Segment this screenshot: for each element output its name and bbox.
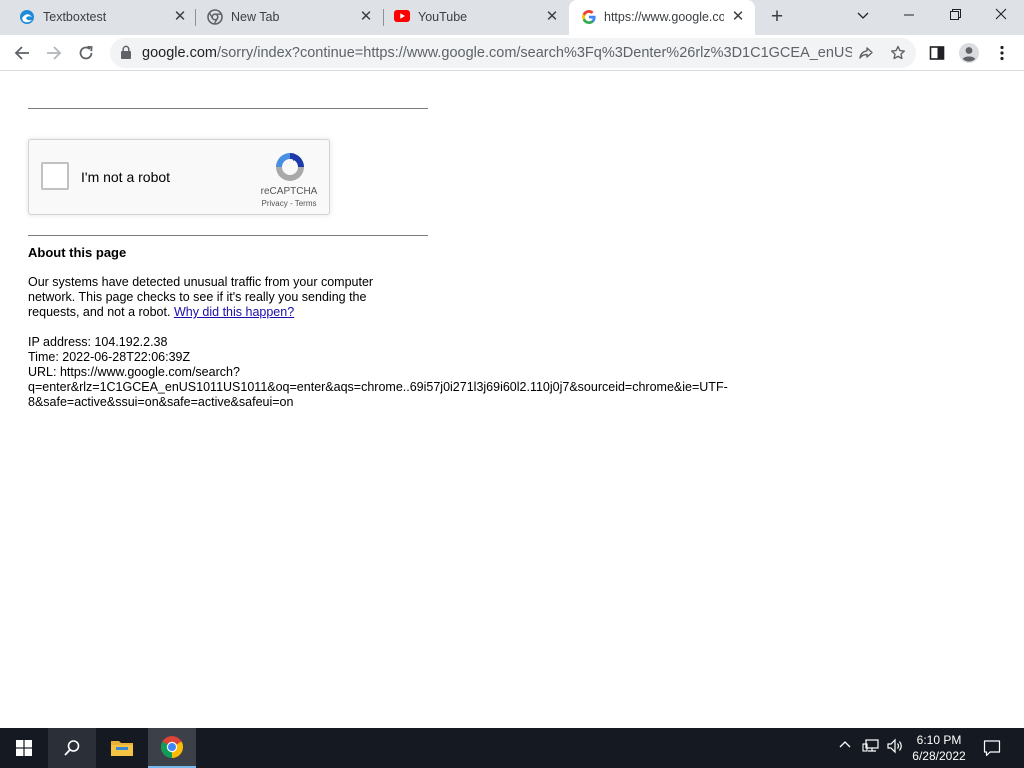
links-separator: - xyxy=(287,199,295,208)
tab-strip: Textboxtest ✕ New Tab ✕ YouTube ✕ https:… xyxy=(0,0,1024,35)
forward-arrow-icon[interactable] xyxy=(41,40,67,66)
recaptcha-widget: I'm not a robot reCAPTCHA Privacy - Term… xyxy=(28,139,330,215)
browser-toolbar: google.com/sorry/index?continue=https://… xyxy=(0,35,1024,71)
file-explorer-icon[interactable] xyxy=(98,728,146,768)
menu-kebab-icon[interactable] xyxy=(989,40,1015,66)
minimize-icon[interactable] xyxy=(894,4,924,26)
tab-search-chevron-icon[interactable] xyxy=(848,4,878,26)
tab-new-tab[interactable]: New Tab ✕ xyxy=(195,0,383,35)
divider xyxy=(28,108,428,109)
about-heading: About this page xyxy=(28,245,127,260)
windows-start-icon[interactable] xyxy=(0,728,48,768)
tab-title: New Tab xyxy=(231,10,280,24)
search-icon[interactable] xyxy=(48,728,96,768)
profile-avatar-icon[interactable] xyxy=(956,40,982,66)
tab-google-sorry[interactable]: https://www.google.co ✕ xyxy=(569,0,755,35)
address-bar-url[interactable]: google.com/sorry/index?continue=https://… xyxy=(142,45,852,61)
close-window-icon[interactable] xyxy=(986,4,1016,26)
url-path: /sorry/index?continue=https://www.google… xyxy=(216,45,852,61)
chrome-icon xyxy=(207,9,223,25)
chrome-taskbar-icon[interactable] xyxy=(148,728,196,768)
lock-icon[interactable] xyxy=(120,45,134,61)
tab-close-icon[interactable]: ✕ xyxy=(171,8,189,26)
tab-close-icon[interactable]: ✕ xyxy=(357,8,375,26)
page-content: I'm not a robot reCAPTCHA Privacy - Term… xyxy=(0,72,1024,728)
recaptcha-brand: reCAPTCHA xyxy=(260,186,318,197)
url-line-1: URL: https://www.google.com/search? xyxy=(28,365,240,379)
share-icon[interactable] xyxy=(856,43,876,63)
show-hidden-icons-chevron-icon[interactable] xyxy=(838,738,852,755)
recaptcha-links: Privacy - Terms xyxy=(249,199,329,208)
restore-icon[interactable] xyxy=(940,4,970,26)
youtube-icon xyxy=(394,10,410,26)
clock-time: 6:10 PM xyxy=(916,733,962,747)
tab-textboxtest[interactable]: Textboxtest ✕ xyxy=(0,0,195,35)
recaptcha-checkbox[interactable] xyxy=(41,162,69,190)
tab-close-icon[interactable]: ✕ xyxy=(543,8,561,26)
notice-paragraph: Our systems have detected unusual traffi… xyxy=(28,275,398,320)
taskbar-clock[interactable]: 6:10 PM 6/28/2022 xyxy=(900,732,978,764)
bookmark-star-icon[interactable] xyxy=(888,43,908,63)
tab-youtube[interactable]: YouTube ✕ xyxy=(383,0,568,35)
address-bar[interactable]: google.com/sorry/index?continue=https://… xyxy=(110,38,916,68)
google-g-icon xyxy=(581,9,597,25)
reload-icon[interactable] xyxy=(73,40,99,66)
privacy-link[interactable]: Privacy xyxy=(262,199,288,208)
timestamp: Time: 2022-06-28T22:06:39Z xyxy=(28,350,191,364)
edge-like-icon xyxy=(19,9,35,25)
recaptcha-logo-icon xyxy=(273,150,307,184)
url-line-2: q=enter&rlz=1C1GCEA_enUS1011US1011&oq=en… xyxy=(28,380,728,394)
divider xyxy=(28,235,428,236)
tab-title: YouTube xyxy=(418,10,468,24)
why-did-this-happen-link[interactable]: Why did this happen? xyxy=(174,305,294,319)
url-host: google.com xyxy=(142,45,217,61)
new-tab-plus-icon[interactable]: + xyxy=(766,6,788,28)
tab-title: https://www.google.co xyxy=(604,10,724,24)
tab-close-icon[interactable]: ✕ xyxy=(729,8,747,26)
ip-address: IP address: 104.192.2.38 xyxy=(28,335,168,349)
taskbar: 6:10 PM 6/28/2022 xyxy=(0,728,1024,768)
recaptcha-label: I'm not a robot xyxy=(81,169,171,185)
tab-title: Textboxtest xyxy=(43,10,107,24)
url-line-3: 8&safe=active&ssui=on&safe=active&safeui… xyxy=(28,395,294,409)
notification-center-icon[interactable] xyxy=(983,739,1001,760)
network-icon[interactable] xyxy=(862,738,880,757)
terms-link[interactable]: Terms xyxy=(295,199,317,208)
clock-date: 6/28/2022 xyxy=(912,749,966,763)
side-panel-icon[interactable] xyxy=(924,40,950,66)
back-arrow-icon[interactable] xyxy=(9,40,35,66)
